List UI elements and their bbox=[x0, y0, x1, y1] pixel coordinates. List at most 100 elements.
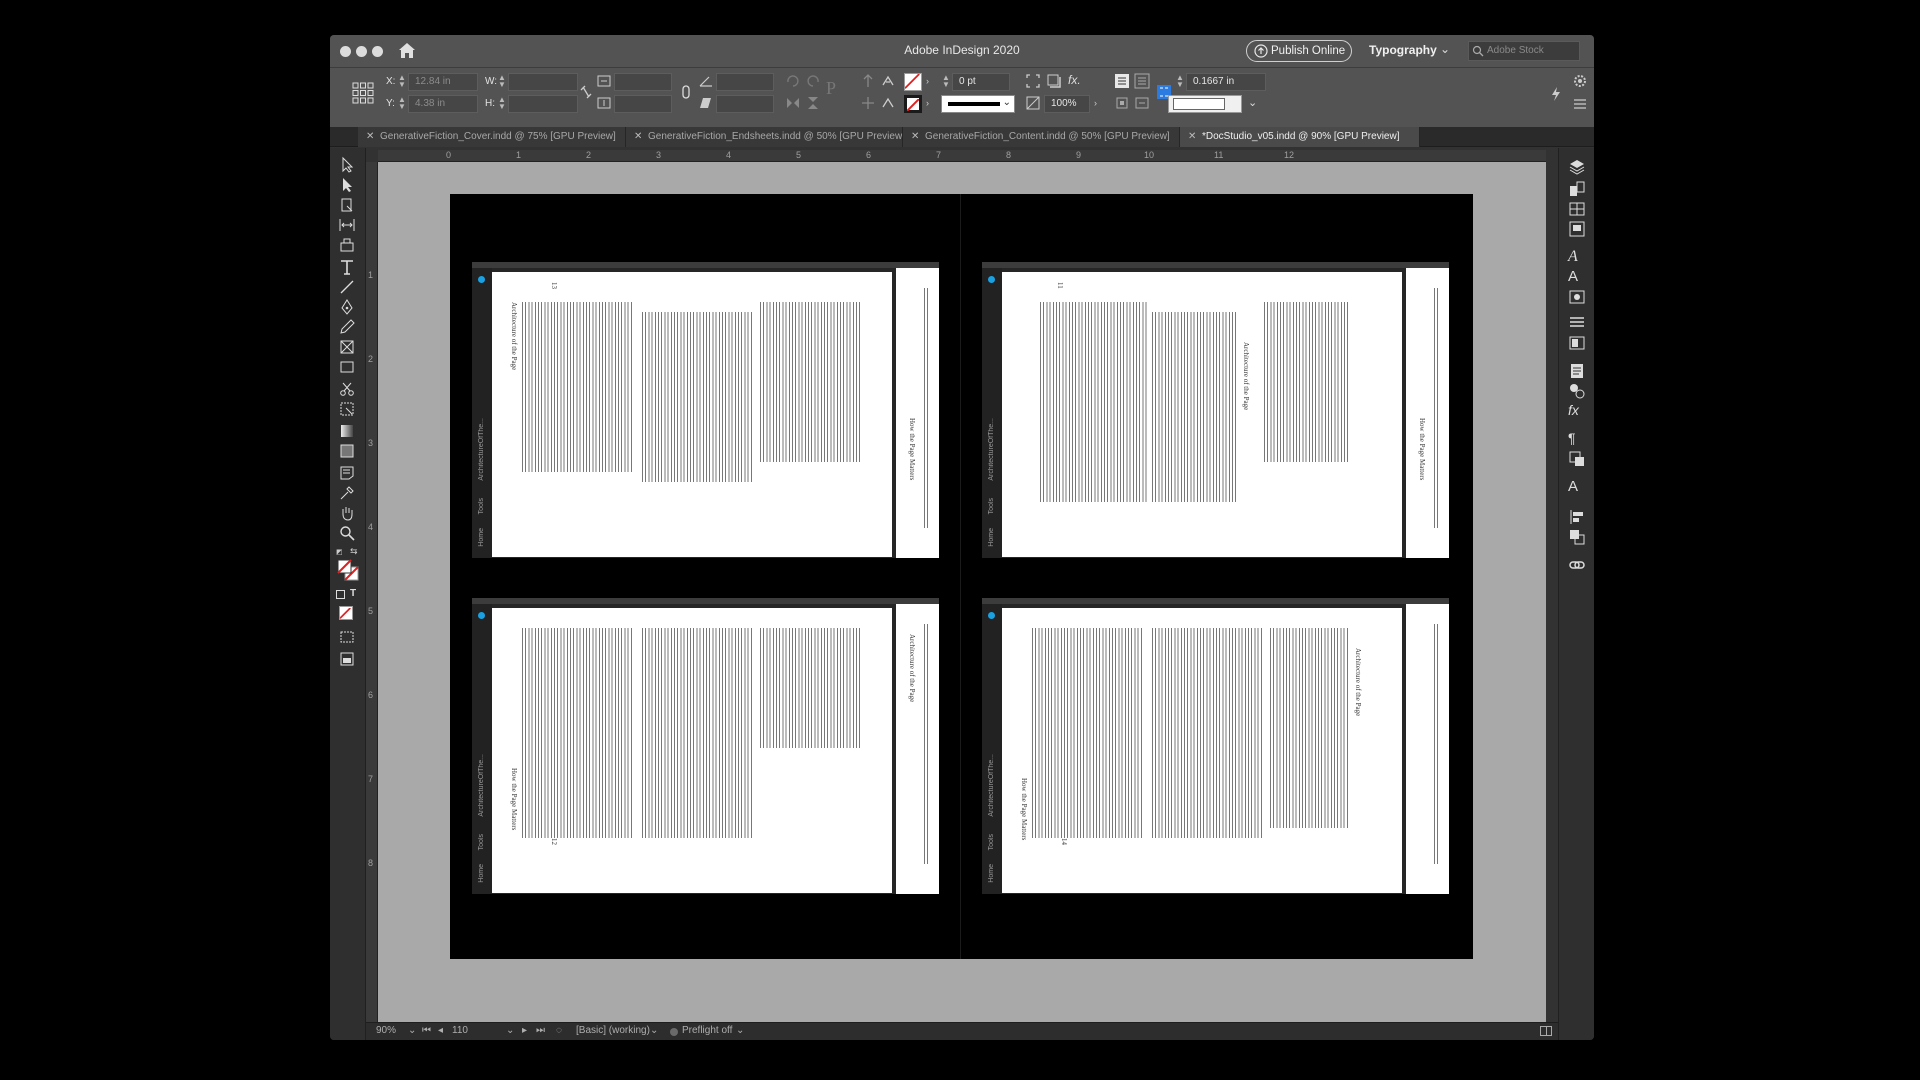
close-icon[interactable]: ✕ bbox=[634, 127, 642, 147]
height-field[interactable] bbox=[508, 95, 578, 113]
screenshot-frame-top-right[interactable]: ArchitectureOfThe... Tools Home 11 Archi… bbox=[982, 262, 1449, 558]
pen-tool-icon[interactable] bbox=[338, 298, 356, 316]
workspace-switcher[interactable]: Typography bbox=[1369, 43, 1437, 57]
fitting-frame-icon[interactable] bbox=[1025, 73, 1041, 89]
gap-value-field[interactable]: 0.1667 in bbox=[1186, 73, 1266, 91]
style-dropdown-icon[interactable]: ⌄ bbox=[650, 1025, 658, 1036]
effects-icon[interactable]: fx bbox=[1568, 402, 1586, 420]
shear-icon[interactable] bbox=[698, 95, 714, 111]
preview-mode-icon[interactable] bbox=[338, 650, 356, 668]
screen-mode-icon[interactable] bbox=[338, 628, 356, 646]
preflight-dropdown-icon[interactable]: ⌄ bbox=[736, 1025, 744, 1036]
zoom-level-field[interactable]: 90% bbox=[376, 1025, 396, 1036]
gap-tool-icon[interactable] bbox=[338, 216, 356, 234]
stroke-weight-field[interactable]: 0 pt bbox=[952, 73, 1010, 91]
adobe-stock-search[interactable]: Adobe Stock bbox=[1468, 41, 1580, 61]
default-colors-icon[interactable]: ◩ bbox=[336, 548, 348, 556]
free-transform-tool-icon[interactable] bbox=[338, 400, 356, 418]
direct-selection-tool-icon[interactable] bbox=[338, 176, 356, 194]
horizontal-ruler[interactable]: 0 1 2 3 4 5 6 7 8 9 10 11 12 bbox=[378, 150, 1546, 162]
chevron-down-icon[interactable]: ⌄ bbox=[1440, 42, 1450, 56]
link-scale-icon[interactable] bbox=[678, 84, 694, 100]
gear-icon[interactable] bbox=[1572, 73, 1588, 89]
flip-vertical-icon[interactable] bbox=[805, 95, 821, 111]
close-icon[interactable]: ✕ bbox=[1188, 127, 1196, 147]
select-next-icon[interactable] bbox=[880, 95, 896, 111]
vertical-ruler[interactable]: 1 2 3 4 5 6 7 8 bbox=[366, 162, 378, 1022]
panel-menu-icon[interactable] bbox=[1572, 96, 1588, 112]
select-previous-icon[interactable] bbox=[860, 95, 876, 111]
swap-colors-icon[interactable]: ⇆ bbox=[350, 546, 358, 557]
first-page-icon[interactable]: ⏮ bbox=[422, 1025, 431, 1036]
screenshot-frame-bottom-left[interactable]: ArchitectureOfThe... Tools Home How the … bbox=[472, 598, 939, 894]
pencil-tool-icon[interactable] bbox=[338, 318, 356, 336]
fill-swatch[interactable] bbox=[904, 73, 922, 91]
preflight-status[interactable]: Preflight off bbox=[682, 1025, 732, 1036]
fill-dropdown-icon[interactable]: › bbox=[926, 76, 929, 86]
previous-page-icon[interactable]: ◂ bbox=[438, 1025, 443, 1036]
hyperlinks-icon[interactable] bbox=[1568, 556, 1586, 574]
cc-libraries-icon[interactable] bbox=[1568, 200, 1586, 218]
spread[interactable]: ArchitectureOfThe... Tools Home Architec… bbox=[450, 194, 1473, 959]
next-page-icon[interactable]: ▸ bbox=[522, 1025, 527, 1036]
rectangle-frame-tool-icon[interactable] bbox=[338, 338, 356, 356]
reference-point-icon[interactable] bbox=[352, 82, 374, 104]
frame-style-swatch[interactable] bbox=[1168, 95, 1242, 113]
screenshot-frame-bottom-right[interactable]: ArchitectureOfThe... Tools Home How the … bbox=[982, 598, 1449, 894]
gradient-feather-tool-icon[interactable] bbox=[338, 442, 356, 460]
split-window-icon[interactable] bbox=[1540, 1026, 1552, 1036]
glyph-a-icon[interactable]: A bbox=[1568, 478, 1586, 496]
text-wrap-icon[interactable] bbox=[1134, 95, 1150, 111]
content-collector-icon[interactable] bbox=[338, 236, 356, 254]
gradient-swatch-tool-icon[interactable] bbox=[338, 422, 356, 440]
opacity-icon[interactable] bbox=[1025, 95, 1041, 111]
note-tool-icon[interactable] bbox=[338, 464, 356, 482]
close-icon[interactable]: ✕ bbox=[366, 127, 374, 147]
scale-y-field[interactable] bbox=[614, 95, 672, 113]
pilcrow-icon[interactable]: ¶ bbox=[1568, 430, 1586, 448]
tab-docstudio[interactable]: ✕ *DocStudio_v05.indd @ 90% [GPU Preview… bbox=[1180, 127, 1420, 147]
scale-percent-field[interactable]: 100% bbox=[1044, 95, 1090, 113]
h-stepper[interactable]: ▲ ▼ bbox=[498, 96, 506, 111]
scale-y-icon[interactable] bbox=[596, 95, 612, 111]
align-panel-icon[interactable] bbox=[1568, 508, 1586, 526]
rotation-field[interactable] bbox=[716, 73, 774, 91]
paragraph-p-icon[interactable]: P bbox=[826, 78, 836, 99]
y-stepper[interactable]: ▲ ▼ bbox=[398, 96, 406, 111]
paragraph-styles-icon[interactable] bbox=[1568, 362, 1586, 380]
gap-stepper[interactable]: ▲ ▼ bbox=[1176, 74, 1184, 89]
pathfinder-icon[interactable] bbox=[1568, 528, 1586, 546]
stroke-type-dropdown[interactable]: ⌄ bbox=[941, 95, 1015, 113]
hand-tool-icon[interactable] bbox=[338, 504, 356, 522]
document-style-field[interactable]: [Basic] (working) bbox=[576, 1025, 650, 1036]
swatches-icon[interactable] bbox=[1568, 382, 1586, 400]
close-icon[interactable]: ✕ bbox=[911, 127, 919, 147]
formatting-container-icon[interactable] bbox=[336, 590, 345, 599]
scale-percent-menu-icon[interactable]: › bbox=[1094, 98, 1097, 108]
rotation-icon[interactable] bbox=[698, 73, 714, 89]
align-left-icon[interactable] bbox=[1114, 73, 1130, 89]
pages-icon[interactable] bbox=[1568, 180, 1586, 198]
character-icon[interactable]: A bbox=[1568, 268, 1586, 286]
formatting-text-icon[interactable]: T bbox=[350, 588, 356, 599]
open-page-icon[interactable]: ◌ bbox=[556, 1025, 562, 1036]
glyphs-icon[interactable] bbox=[1568, 288, 1586, 306]
select-container-icon[interactable] bbox=[860, 73, 876, 89]
x-position-field[interactable]: 12.84 in bbox=[408, 73, 478, 91]
stroke-swatch[interactable] bbox=[904, 95, 922, 113]
paragraph-icon[interactable] bbox=[1568, 314, 1586, 332]
page-dropdown-icon[interactable]: ⌄ bbox=[506, 1025, 514, 1036]
align-right-icon[interactable] bbox=[1134, 73, 1150, 89]
scale-x-field[interactable] bbox=[614, 73, 672, 91]
apply-none-icon[interactable] bbox=[339, 606, 353, 620]
publish-online-button[interactable]: Publish Online bbox=[1246, 40, 1352, 62]
tab-endsheets[interactable]: ✕ GenerativeFiction_Endsheets.indd @ 50%… bbox=[626, 127, 903, 147]
fill-stroke-proxy[interactable] bbox=[336, 558, 360, 582]
pasteboard[interactable]: ArchitectureOfThe... Tools Home Architec… bbox=[378, 162, 1546, 1022]
frame-style-dropdown-icon[interactable]: ⌄ bbox=[1248, 96, 1257, 109]
eyedropper-tool-icon[interactable] bbox=[338, 484, 356, 502]
rotate-cw-icon[interactable] bbox=[785, 73, 801, 89]
constrain-proportions-icon[interactable] bbox=[578, 84, 594, 100]
x-stepper[interactable]: ▲ ▼ bbox=[398, 74, 406, 89]
stroke-panel-icon[interactable] bbox=[1568, 334, 1586, 352]
